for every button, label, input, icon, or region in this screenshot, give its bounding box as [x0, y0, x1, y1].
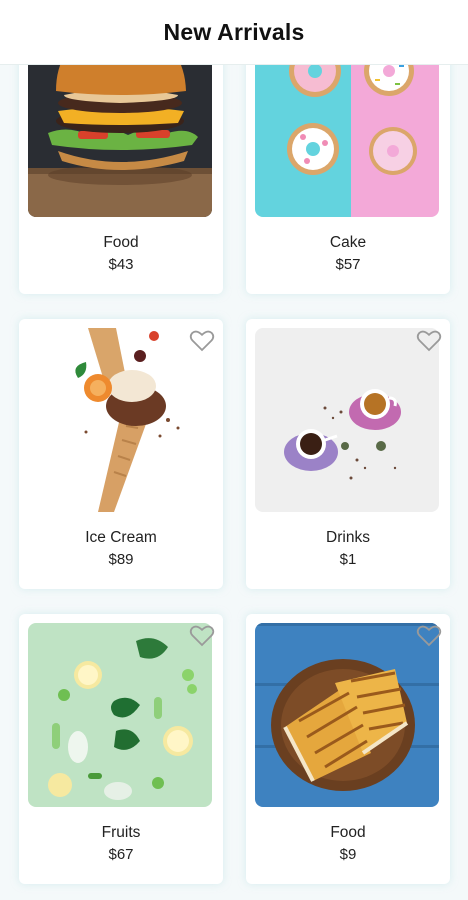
- product-price: $43: [108, 256, 134, 273]
- product-price: $9: [339, 846, 357, 863]
- favorite-heart-icon[interactable]: [416, 329, 442, 353]
- product-image-sliced-vegetables[interactable]: [28, 623, 212, 807]
- product-price: $1: [339, 551, 357, 568]
- product-name: Fruits: [101, 824, 141, 841]
- product-card-fruits[interactable]: Fruits $67: [19, 614, 223, 884]
- product-grid: Food $43 Cake $57 Ice Cream $89 Drinks $…: [0, 0, 468, 900]
- favorite-heart-icon[interactable]: [416, 624, 442, 648]
- product-card-food-sandwich[interactable]: Food $9: [246, 614, 450, 884]
- favorite-heart-icon[interactable]: [189, 624, 215, 648]
- product-price: $89: [108, 551, 134, 568]
- favorite-heart-icon[interactable]: [189, 329, 215, 353]
- product-name: Food: [330, 824, 366, 841]
- product-price: $57: [335, 256, 361, 273]
- product-image-tea-cups[interactable]: [255, 328, 439, 512]
- product-name: Drinks: [326, 529, 370, 546]
- product-name: Food: [103, 234, 139, 251]
- product-name: Ice Cream: [85, 529, 157, 546]
- app-header: New Arrivals: [0, 0, 468, 65]
- product-card-ice-cream[interactable]: Ice Cream $89: [19, 319, 223, 589]
- product-image-grilled-sandwich[interactable]: [255, 623, 439, 807]
- product-name: Cake: [329, 234, 367, 251]
- product-image-ice-cream-cone[interactable]: [28, 328, 212, 512]
- product-price: $67: [108, 846, 134, 863]
- product-card-drinks[interactable]: Drinks $1: [246, 319, 450, 589]
- page-title: New Arrivals: [163, 18, 305, 45]
